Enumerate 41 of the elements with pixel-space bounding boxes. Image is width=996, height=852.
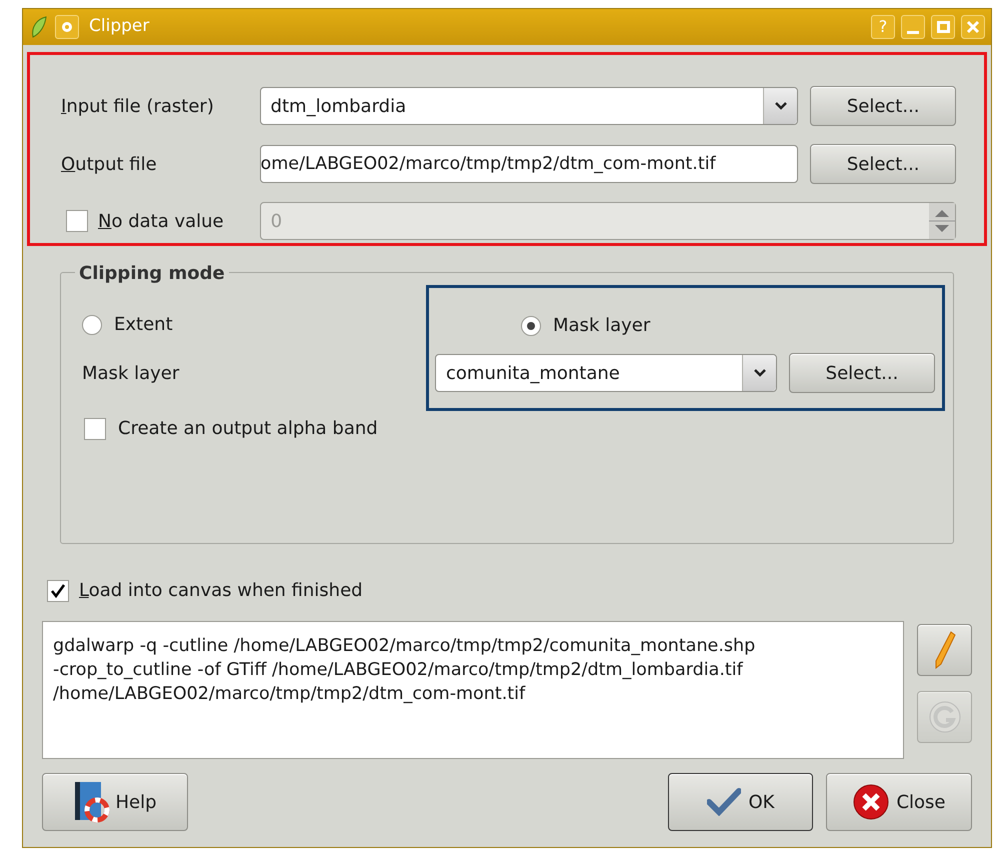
checkbox-label: No data value <box>98 210 224 234</box>
reset-button[interactable] <box>917 691 972 743</box>
select-button[interactable]: Select... <box>810 144 956 184</box>
refresh-icon <box>928 700 962 734</box>
edit-button[interactable] <box>917 624 972 676</box>
select-button[interactable]: Select... <box>810 86 956 126</box>
radio-button[interactable] <box>82 314 102 334</box>
checkbox[interactable] <box>84 418 106 440</box>
checkmark-icon <box>50 582 66 598</box>
ok-button[interactable]: OK <box>668 773 813 831</box>
leaf-icon <box>29 15 49 39</box>
pencil-icon <box>932 630 956 670</box>
combo-box[interactable]: comunita_montane <box>435 354 777 392</box>
help-button[interactable]: Help <box>42 773 188 831</box>
maximize-icon[interactable] <box>931 15 955 39</box>
window-title: Clipper <box>89 15 150 38</box>
field-label: Output file <box>61 152 158 176</box>
close-button[interactable]: Close <box>826 773 972 831</box>
caret-icon <box>752 368 766 378</box>
command-text-area[interactable]: gdalwarp -q -cutline /home/LABGEO02/marco/tmp/tmp2/comunita_montane.shp -crop_to_cutline -of GTiff /home/LABGEO02/marco/tmp/tmp2/dtm_lombardia.tif /home/LABGEO02/marco/tmp/tmp2/dtm_com-mont.tif <box>42 621 904 759</box>
checkbox[interactable] <box>47 580 69 602</box>
field-label: Input file (raster) <box>61 94 215 118</box>
field-label: Mask layer <box>82 362 180 386</box>
combo-box[interactable]: dtm_lombardia <box>260 87 798 125</box>
radio-button[interactable] <box>521 316 541 336</box>
radio-label: Mask layer <box>553 314 650 338</box>
combo-value: comunita_montane <box>445 362 621 386</box>
output-file-field[interactable]: ome/LABGEO02/marco/tmp/tmp2/dtm_com-mont.tif <box>260 145 798 183</box>
combo-value: dtm_lombardia <box>270 94 408 118</box>
help-book-icon <box>73 780 112 824</box>
checkmark-icon <box>706 788 740 816</box>
minimize-icon[interactable] <box>901 15 925 39</box>
radio-label: Extent <box>114 313 173 337</box>
checkbox-label: Create an output alpha band <box>118 417 378 441</box>
spin-value: 0 <box>270 210 284 234</box>
caret-icon <box>774 101 788 111</box>
checkbox-label: Load into canvas when finished <box>79 579 363 603</box>
close-icon[interactable] <box>961 15 985 39</box>
window-menu-icon[interactable] <box>55 15 79 39</box>
close-icon <box>852 783 890 821</box>
select-button[interactable]: Select... <box>789 353 935 393</box>
